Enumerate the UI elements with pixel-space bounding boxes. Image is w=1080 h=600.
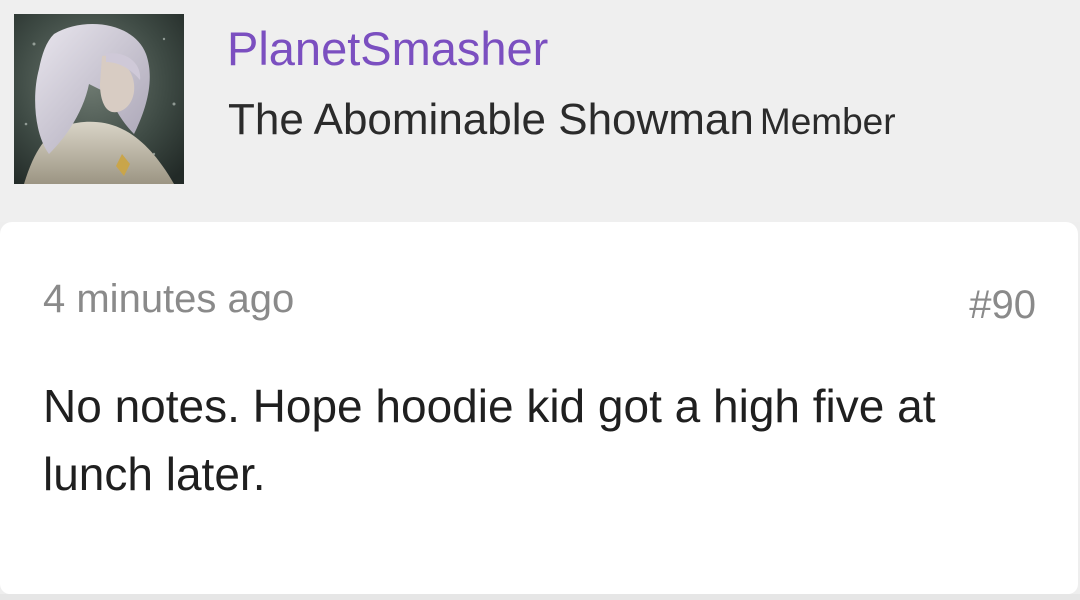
post-number-link[interactable]: #90 <box>969 282 1036 328</box>
author-meta: The Abominable Showman Member <box>228 94 896 146</box>
author-username[interactable]: PlanetSmasher <box>227 22 548 76</box>
post-timestamp: 4 minutes ago <box>43 277 295 321</box>
post-message: No notes. Hope hoodie kid got a high fiv… <box>43 380 936 500</box>
post-body: 4 minutes ago #90 No notes. Hope hoodie … <box>0 222 1078 594</box>
post-header: PlanetSmasher The Abominable Showman Memb… <box>0 0 1080 222</box>
post-divider <box>0 594 1080 600</box>
author-role-badge: Member <box>759 101 896 142</box>
forum-post: PlanetSmasher The Abominable Showman Memb… <box>0 0 1080 600</box>
avatar[interactable] <box>14 14 184 184</box>
author-title: The Abominable Showman <box>228 95 754 144</box>
